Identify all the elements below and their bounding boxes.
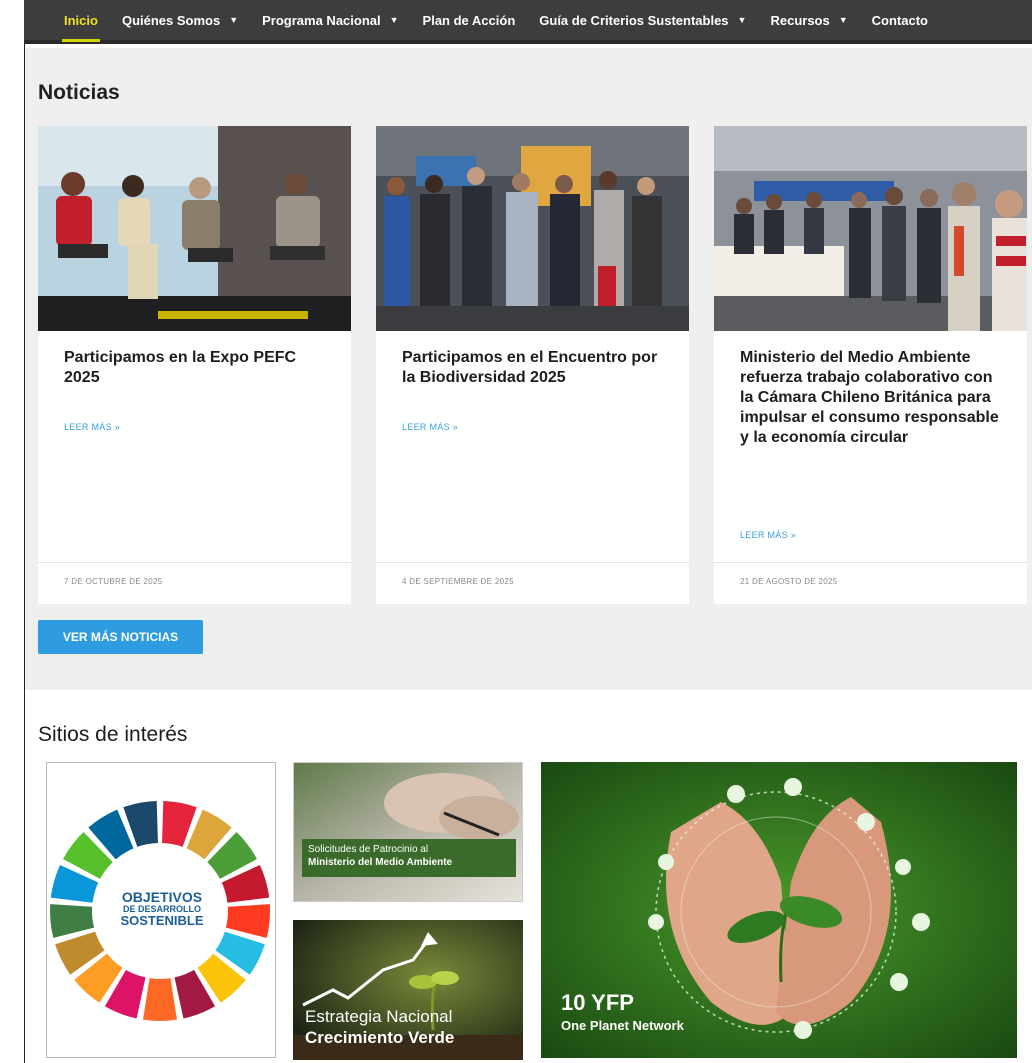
news-card-title[interactable]: Participamos en la Expo PEFC 2025	[64, 348, 324, 388]
patrocinio-link-tile[interactable]: Solicitudes de Patrocinio al Ministerio …	[293, 762, 523, 902]
nav-item-contacto[interactable]: Contacto	[860, 0, 940, 40]
more-news-button[interactable]: VER MÁS NOTICIAS	[38, 620, 203, 654]
news-card-date: 21 DE AGOSTO DE 2025	[740, 577, 838, 586]
news-section-title: Noticias	[38, 81, 120, 104]
estrategia-link-tile[interactable]: Estrategia Nacional Crecimiento Verde	[293, 920, 523, 1060]
nav-item-plan-de-accion[interactable]: Plan de Acción	[411, 0, 528, 40]
read-more-link[interactable]: LEER MÁS »	[64, 422, 120, 432]
news-card-image[interactable]	[38, 126, 351, 331]
yfp-label: 10 YFP One Planet Network	[561, 990, 684, 1033]
news-card-title[interactable]: Participamos en el Encuentro por la Biod…	[402, 348, 662, 388]
read-more-link[interactable]: LEER MÁS »	[740, 530, 796, 540]
ods-label: OBJETIVOS DE DESARROLLO SOSTENIBLE	[47, 889, 275, 928]
patrocinio-image	[294, 763, 522, 901]
nav-label: Inicio	[64, 12, 98, 28]
news-card-date: 4 DE SEPTIEMBRE DE 2025	[402, 577, 514, 586]
nav-label: Programa Nacional	[262, 12, 381, 28]
estrategia-line2: Crecimiento Verde	[305, 1028, 455, 1047]
caret-down-icon: ▼	[229, 15, 239, 25]
nav-item-recursos[interactable]: Recursos ▼	[758, 0, 859, 40]
news-section: Noticias Participamos en la Expo PEFC 20…	[25, 48, 1032, 690]
news-card-title[interactable]: Ministerio del Medio Ambiente refuerza t…	[740, 348, 1000, 448]
nav-label: Plan de Acción	[422, 12, 516, 28]
news-card[interactable]: Participamos en la Expo PEFC 2025 LEER M…	[38, 126, 351, 604]
patrocinio-line2: Ministerio del Medio Ambiente	[308, 857, 453, 868]
ods-line1: OBJETIVOS	[121, 889, 203, 905]
read-more-link[interactable]: LEER MÁS »	[402, 422, 458, 432]
ods-line3: SOSTENIBLE	[120, 913, 204, 928]
news-card-image[interactable]	[376, 126, 689, 331]
card-divider	[38, 562, 351, 563]
yfp-line1: 10 YFP	[561, 990, 634, 1015]
caret-down-icon: ▼	[737, 15, 747, 25]
ods-wheel-segment	[143, 978, 177, 1021]
nav-label: Contacto	[871, 12, 928, 28]
nav-label: Recursos	[770, 12, 830, 28]
yfp-line2: One Planet Network	[561, 1018, 684, 1033]
news-card-image[interactable]	[714, 126, 1027, 331]
interest-section-title: Sitios de interés	[38, 723, 188, 746]
main-nav: Inicio Quiénes Somos ▼ Programa Nacional ▼…	[24, 0, 1032, 44]
ods-link-tile[interactable]: OBJETIVOS DE DESARROLLO SOSTENIBLE	[46, 762, 276, 1058]
nav-item-guia-criterios[interactable]: Guía de Criterios Sustentables ▼	[527, 0, 758, 40]
nav-item-quienes-somos[interactable]: Quiénes Somos ▼	[110, 0, 250, 40]
nav-item-programa-nacional[interactable]: Programa Nacional ▼	[250, 0, 410, 40]
news-card[interactable]: Ministerio del Medio Ambiente refuerza t…	[714, 126, 1027, 604]
card-divider	[376, 562, 689, 563]
caret-down-icon: ▼	[838, 15, 848, 25]
nav-label: Guía de Criterios Sustentables	[539, 12, 729, 28]
nav-label: Quiénes Somos	[121, 12, 221, 28]
caret-down-icon: ▼	[389, 15, 399, 25]
patrocinio-label: Solicitudes de Patrocinio al Ministerio …	[302, 839, 516, 877]
estrategia-line1: Estrategia Nacional	[305, 1007, 453, 1026]
nav-item-inicio[interactable]: Inicio	[52, 0, 110, 42]
yfp-link-tile[interactable]: 10 YFP One Planet Network	[541, 762, 1017, 1058]
news-card-date: 7 DE OCTUBRE DE 2025	[64, 577, 163, 586]
card-divider	[714, 562, 1027, 563]
estrategia-label: Estrategia Nacional Crecimiento Verde	[305, 1006, 454, 1048]
patrocinio-line1: Solicitudes de Patrocinio al	[308, 844, 429, 855]
news-card[interactable]: Participamos en el Encuentro por la Biod…	[376, 126, 689, 604]
